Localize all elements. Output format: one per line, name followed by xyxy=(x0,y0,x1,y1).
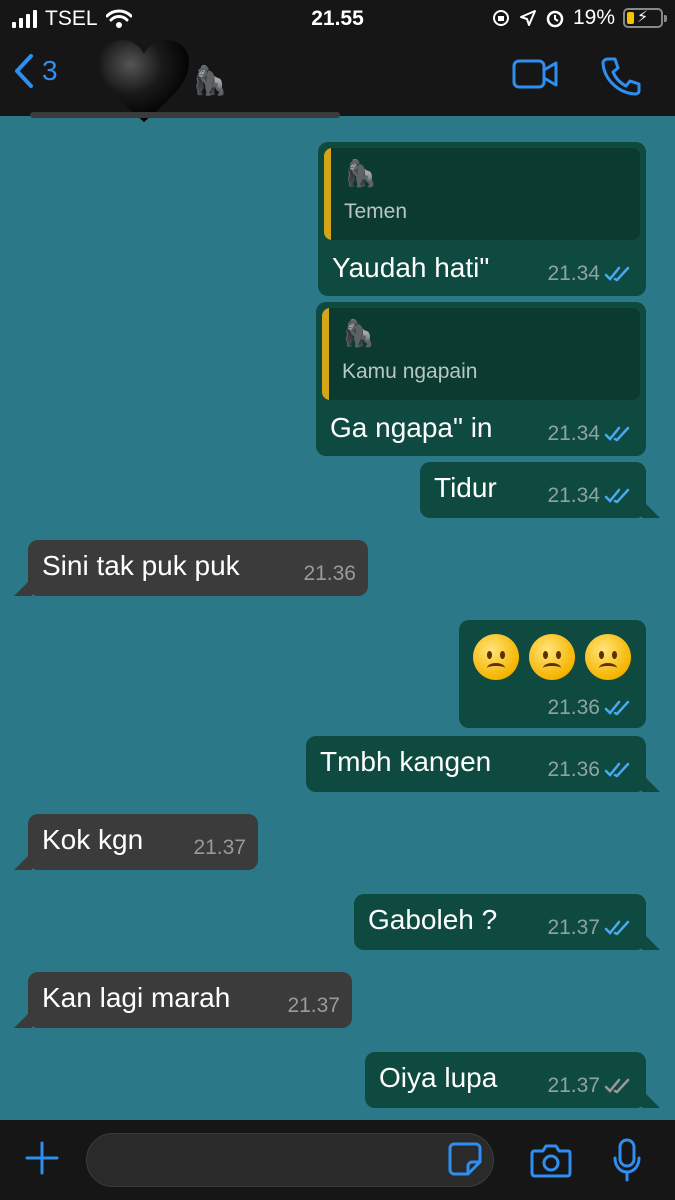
incoming-message[interactable]: Sini tak puk puk 21.36 xyxy=(14,540,368,596)
plus-icon[interactable] xyxy=(24,1140,60,1176)
frowning-face-emoji xyxy=(473,634,519,680)
outgoing-message[interactable]: Gaboleh ? 21.37 xyxy=(354,894,660,950)
read-receipt-icon xyxy=(604,762,630,778)
outgoing-message[interactable]: Tmbh kangen 21.36 xyxy=(306,736,660,792)
voice-call-icon[interactable] xyxy=(600,56,642,96)
message-text: Yaudah hati" xyxy=(332,252,490,283)
location-arrow-icon xyxy=(519,10,536,26)
message-time: 21.37 xyxy=(287,994,340,1017)
message-time: 21.34 xyxy=(547,422,600,445)
message-text: Tmbh kangen xyxy=(320,746,492,777)
incoming-message[interactable]: Kok kgn 21.37 xyxy=(14,814,258,870)
previous-message-edge xyxy=(30,112,340,118)
message-list[interactable]: 🦍 Temen Yaudah hati" 21.34 🦍 Kamu ngapai… xyxy=(0,112,675,1120)
sticker-icon[interactable] xyxy=(448,1142,482,1176)
battery-percent: 19% xyxy=(572,6,615,29)
outgoing-emoji-message[interactable]: 21.36 xyxy=(459,620,646,728)
alarm-icon xyxy=(546,10,564,28)
read-receipt-icon xyxy=(604,266,630,282)
delivered-receipt-icon xyxy=(604,1078,630,1094)
incoming-message[interactable]: Kan lagi marah 21.37 xyxy=(14,972,352,1028)
unread-count: 3 xyxy=(42,55,58,86)
outgoing-message[interactable]: Oiya lupa 21.37 xyxy=(365,1052,660,1108)
battery-charging-icon: ⚡ xyxy=(623,8,667,28)
contact-name[interactable]: 🦍 xyxy=(96,38,236,122)
read-receipt-icon xyxy=(604,488,630,504)
quoted-reply[interactable]: 🦍 Temen xyxy=(324,148,640,240)
message-text: Kok kgn xyxy=(42,824,144,855)
gorilla-emoji: 🦍 xyxy=(344,158,377,188)
back-button[interactable]: 3 xyxy=(14,54,58,88)
gorilla-emoji: 🦍 xyxy=(192,65,227,96)
outgoing-message[interactable]: 🦍 Kamu ngapain Ga ngapa" in 21.34 xyxy=(316,302,646,456)
message-text: Ga ngapa" in xyxy=(330,412,493,443)
outgoing-message[interactable]: Tidur 21.34 xyxy=(420,462,660,518)
frowning-face-emoji xyxy=(585,634,631,680)
message-text: Oiya lupa xyxy=(379,1062,498,1093)
quoted-reply[interactable]: 🦍 Kamu ngapain xyxy=(322,308,640,400)
chevron-left-icon xyxy=(15,54,33,88)
message-input[interactable] xyxy=(86,1133,494,1187)
message-time: 21.36 xyxy=(303,562,356,585)
quoted-text: Temen xyxy=(344,200,408,223)
message-time: 21.36 xyxy=(547,696,600,719)
video-call-icon[interactable] xyxy=(512,56,558,92)
message-time: 21.37 xyxy=(193,836,246,859)
chat-header: 3 🦍 xyxy=(0,38,675,122)
read-receipt-icon xyxy=(604,920,630,936)
message-time: 21.36 xyxy=(547,758,600,781)
quoted-text: Kamu ngapain xyxy=(342,360,478,383)
message-text: Gaboleh ? xyxy=(368,904,498,935)
message-text: Kan lagi marah xyxy=(42,982,231,1013)
message-composer xyxy=(0,1120,675,1200)
screen-rotation-lock-icon xyxy=(492,10,509,26)
camera-icon[interactable] xyxy=(530,1142,572,1178)
message-time: 21.37 xyxy=(547,1074,600,1097)
message-time: 21.34 xyxy=(547,262,600,285)
message-time: 21.37 xyxy=(547,916,600,939)
message-text: Tidur xyxy=(434,472,497,503)
frowning-face-emoji xyxy=(529,634,575,680)
outgoing-message[interactable]: 🦍 Temen Yaudah hati" 21.34 xyxy=(318,142,646,296)
read-receipt-icon xyxy=(604,700,630,716)
message-time: 21.34 xyxy=(547,484,600,507)
microphone-icon[interactable] xyxy=(612,1138,642,1182)
message-text: Sini tak puk puk xyxy=(42,550,240,581)
whatsapp-chat-screen: TSEL 21.55 19% ⚡ 3 🦍 🦍 Temen Yaudah hati… xyxy=(0,0,675,1200)
read-receipt-icon xyxy=(604,426,630,442)
gorilla-emoji: 🦍 xyxy=(342,318,375,348)
status-bar: TSEL 21.55 19% ⚡ xyxy=(0,0,675,38)
